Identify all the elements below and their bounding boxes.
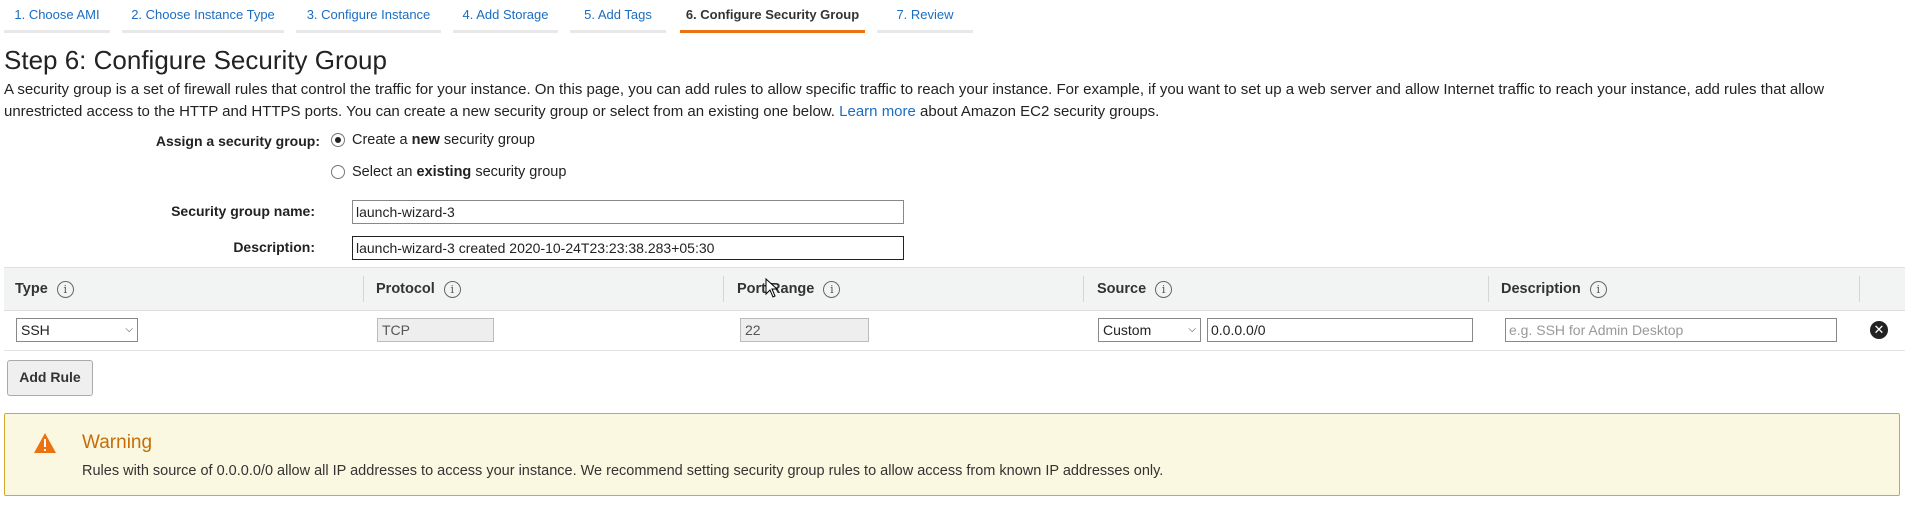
add-rule-button[interactable]: Add Rule xyxy=(7,360,93,396)
wizard-tabs: 1. Choose AMI 2. Choose Instance Type 3.… xyxy=(0,0,1000,33)
column-divider xyxy=(363,276,364,302)
security-group-name-input[interactable]: launch-wizard-3 xyxy=(352,200,904,224)
mouse-cursor-icon xyxy=(765,278,779,298)
radio-select-existing-label: Select an existing security group xyxy=(352,164,567,180)
info-icon[interactable]: i xyxy=(823,280,841,298)
close-circle-icon[interactable]: ✕ xyxy=(1870,321,1888,339)
radio-create-new-label: Create a new security group xyxy=(352,132,535,148)
tab-choose-instance-type[interactable]: 2. Choose Instance Type xyxy=(122,0,284,33)
radio-create-new[interactable]: Create a new security group xyxy=(331,132,535,148)
rule-description-input[interactable]: e.g. SSH for Admin Desktop xyxy=(1505,318,1837,342)
warning-box: Warning Rules with source of 0.0.0.0/0 a… xyxy=(4,413,1900,496)
port-range-field: 22 xyxy=(740,318,869,342)
tab-configure-security-group[interactable]: 6. Configure Security Group xyxy=(680,0,865,33)
tab-configure-instance[interactable]: 3. Configure Instance xyxy=(296,0,441,33)
warning-triangle-icon xyxy=(34,433,56,453)
radio-select-existing[interactable]: Select an existing security group xyxy=(331,164,566,180)
intro-text: A security group is a set of firewall ru… xyxy=(4,79,1894,123)
protocol-field: TCP xyxy=(377,318,494,342)
type-select[interactable]: SSH ⌵ xyxy=(16,318,138,342)
column-header-description: Description i xyxy=(1501,268,1607,310)
column-header-type: Type i xyxy=(15,268,74,310)
radio-create-new-button[interactable] xyxy=(331,133,345,147)
source-cidr-input[interactable]: 0.0.0.0/0 xyxy=(1207,318,1473,342)
radio-select-existing-button[interactable] xyxy=(331,165,345,179)
description-input[interactable]: launch-wizard-3 created 2020-10-24T23:23… xyxy=(352,236,904,260)
tab-add-tags[interactable]: 5. Add Tags xyxy=(570,0,666,33)
chevron-down-icon: ⌵ xyxy=(1188,324,1196,335)
column-header-port-range: Port Range i xyxy=(737,268,841,310)
info-icon[interactable]: i xyxy=(1589,280,1607,298)
column-divider xyxy=(1488,276,1489,302)
rules-table-header: Type i Protocol i Port Range i Source i Desc… xyxy=(4,267,1905,311)
page-title: Step 6: Configure Security Group xyxy=(4,45,387,75)
table-row: SSH ⌵ TCP 22 Custom ⌵ 0.0.0.0/0 e.g. SSH… xyxy=(4,310,1905,351)
description-label: Description: xyxy=(233,239,315,255)
column-header-source: Source i xyxy=(1097,268,1173,310)
column-divider xyxy=(1083,276,1084,302)
warning-message: Rules with source of 0.0.0.0/0 allow all… xyxy=(82,463,1164,479)
chevron-down-icon: ⌵ xyxy=(125,324,133,335)
column-divider xyxy=(723,276,724,302)
tab-choose-ami[interactable]: 1. Choose AMI xyxy=(4,0,110,33)
assign-security-group-label: Assign a security group: xyxy=(155,133,320,149)
info-icon[interactable]: i xyxy=(1155,280,1173,298)
tab-review[interactable]: 7. Review xyxy=(877,0,973,33)
intro-text-tail: about Amazon EC2 security groups. xyxy=(920,103,1160,120)
tab-add-storage[interactable]: 4. Add Storage xyxy=(453,0,558,33)
source-type-select[interactable]: Custom ⌵ xyxy=(1098,318,1201,342)
info-icon[interactable]: i xyxy=(443,280,461,298)
column-divider xyxy=(1859,276,1860,302)
learn-more-link[interactable]: Learn more xyxy=(839,103,916,120)
column-header-protocol: Protocol i xyxy=(376,268,461,310)
security-group-name-label: Security group name: xyxy=(171,203,315,219)
warning-title: Warning xyxy=(82,432,153,453)
info-icon[interactable]: i xyxy=(56,280,74,298)
